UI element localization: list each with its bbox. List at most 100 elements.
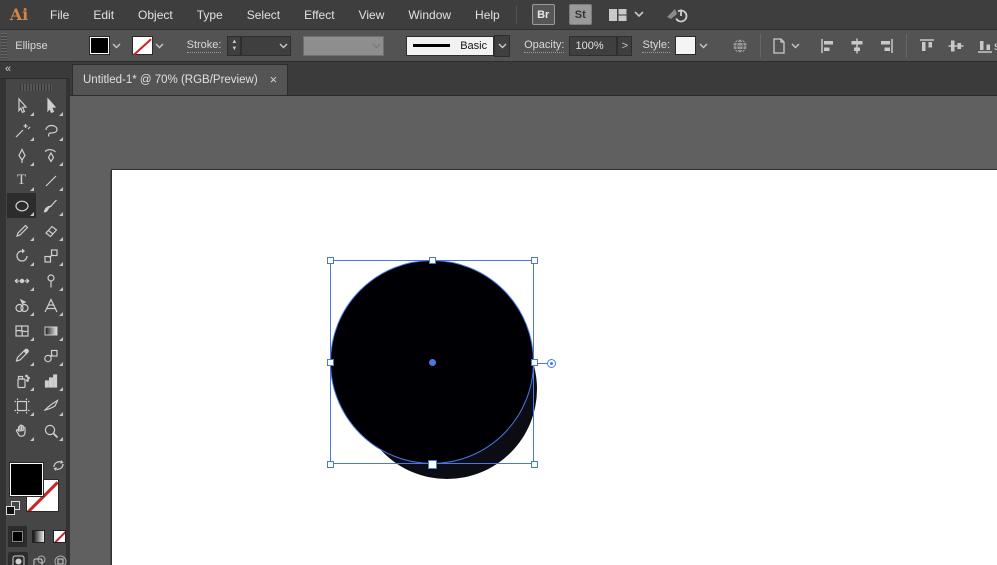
control-bar-grip[interactable] [1,33,7,59]
tool-shape-builder[interactable] [7,293,36,318]
tool-blend[interactable] [36,343,65,368]
tool-pen[interactable] [7,143,36,168]
stroke-weight-dropdown[interactable] [241,36,291,56]
align-vertical-center-button[interactable] [944,35,968,57]
fill-chevron-icon[interactable] [110,36,124,55]
selection-handle-top-center[interactable] [429,257,436,264]
selection-handle-top-right[interactable] [531,257,538,264]
style-control[interactable] [675,36,710,55]
menu-item-window[interactable]: Window [396,0,463,30]
tool-slice[interactable] [36,393,65,418]
workspace-switcher[interactable] [605,3,647,27]
menu-separator [516,6,517,24]
stroke-weight-chevron-icon [276,36,290,55]
document-tab[interactable]: Untitled-1* @ 70% (RGB/Preview) × [72,64,288,95]
touch-power-icon[interactable] [661,3,693,27]
brush-definition-field[interactable]: Basic [406,36,494,56]
menu-item-type[interactable]: Type [185,0,235,30]
opacity-control[interactable]: 100% > [569,36,632,56]
tool-width[interactable] [7,268,36,293]
tool-direct-selection[interactable] [36,93,65,118]
selection-handle-bottom-right[interactable] [531,461,538,468]
align-horizontal-left-button[interactable] [816,35,840,57]
selection-handle-bottom-left[interactable] [327,461,334,468]
tool-artboard[interactable] [7,393,36,418]
tool-column-graph[interactable] [36,368,65,393]
tool-magic-wand[interactable] [7,118,36,143]
selection-handle-bottom-center[interactable] [428,460,437,469]
tool-rotate[interactable] [7,243,36,268]
stroke-weight-stepper[interactable]: ▲▼ [227,36,241,56]
style-chevron-icon[interactable] [696,36,710,55]
rotate-handle-icon[interactable] [547,359,556,368]
bridge-button[interactable]: Br [532,4,555,25]
menu-item-effect[interactable]: Effect [292,0,346,30]
document-setup-control[interactable] [769,36,800,56]
align-horizontal-center-button[interactable] [845,35,869,57]
tool-curvature[interactable] [36,143,65,168]
align-horizontal-left-icon [819,37,837,55]
flyout-triangle-icon [30,137,34,141]
selection-handle-top-left[interactable] [327,257,334,264]
gradient-icon [32,530,45,543]
opacity-expand-button[interactable]: > [617,36,632,56]
style-label[interactable]: Style: [642,39,670,53]
selection-handle-middle-right[interactable] [531,359,538,366]
tool-type[interactable]: T [7,168,36,193]
default-fill-stroke-icon[interactable] [6,501,20,515]
selection-center-point[interactable] [429,359,436,366]
tool-mesh[interactable] [7,318,36,343]
stroke-weight-label[interactable]: Stroke: [187,39,222,53]
tool-lasso[interactable] [36,118,65,143]
canvas-viewport[interactable] [70,96,997,565]
tool-ellipse[interactable] [7,193,36,218]
stroke-color-control[interactable] [132,36,167,55]
align-vertical-top-button[interactable] [915,35,939,57]
selection-handle-middle-left[interactable] [327,359,334,366]
draw-behind-button[interactable] [29,552,49,565]
width-tool-icon [13,272,31,290]
color-button[interactable] [8,526,27,547]
tab-close-icon[interactable]: × [270,75,278,85]
tool-gradient[interactable] [36,318,65,343]
tool-symbol-sprayer[interactable] [7,368,36,393]
none-button[interactable] [50,526,69,547]
menu-item-file[interactable]: File [38,0,81,30]
tool-eyedropper[interactable] [7,343,36,368]
menu-item-edit[interactable]: Edit [81,0,126,30]
fill-indicator[interactable] [10,463,43,496]
tool-paintbrush[interactable] [36,193,65,218]
tools-panel-header: « [0,62,70,79]
tool-zoom[interactable] [36,418,65,443]
draw-inside-button[interactable] [50,552,70,565]
tool-perspective-grid[interactable] [36,293,65,318]
gradient-button[interactable] [29,526,48,547]
tool-eraser[interactable] [36,218,65,243]
align-horizontal-right-button[interactable] [874,35,898,57]
tool-selection[interactable] [7,93,36,118]
fill-color-control[interactable] [89,36,124,55]
stroke-swatch[interactable] [132,36,153,55]
menu-item-help[interactable]: Help [463,0,512,30]
menu-item-select[interactable]: Select [235,0,292,30]
tool-scale[interactable] [36,243,65,268]
draw-normal-button[interactable] [8,552,28,565]
tool-pencil[interactable] [7,218,36,243]
fill-swatch[interactable] [89,36,110,55]
opacity-label[interactable]: Opacity: [524,39,564,53]
collapse-panel-icon[interactable]: « [5,63,10,75]
style-swatch[interactable] [675,36,696,55]
tool-hand[interactable] [7,418,36,443]
tools-panel-grip[interactable] [20,84,52,91]
document-info-globe-icon[interactable] [728,34,752,58]
tool-puppet-warp[interactable] [36,268,65,293]
brush-chevron-icon[interactable] [494,35,510,57]
brush-definition-control[interactable]: Basic [406,35,510,57]
swap-fill-stroke-icon[interactable] [52,459,65,475]
menu-item-view[interactable]: View [347,0,397,30]
menu-item-object[interactable]: Object [126,0,185,30]
opacity-field[interactable]: 100% [569,36,617,56]
stroke-chevron-icon[interactable] [153,36,167,55]
stock-button[interactable]: St [569,4,592,25]
tool-line-segment[interactable] [36,168,65,193]
